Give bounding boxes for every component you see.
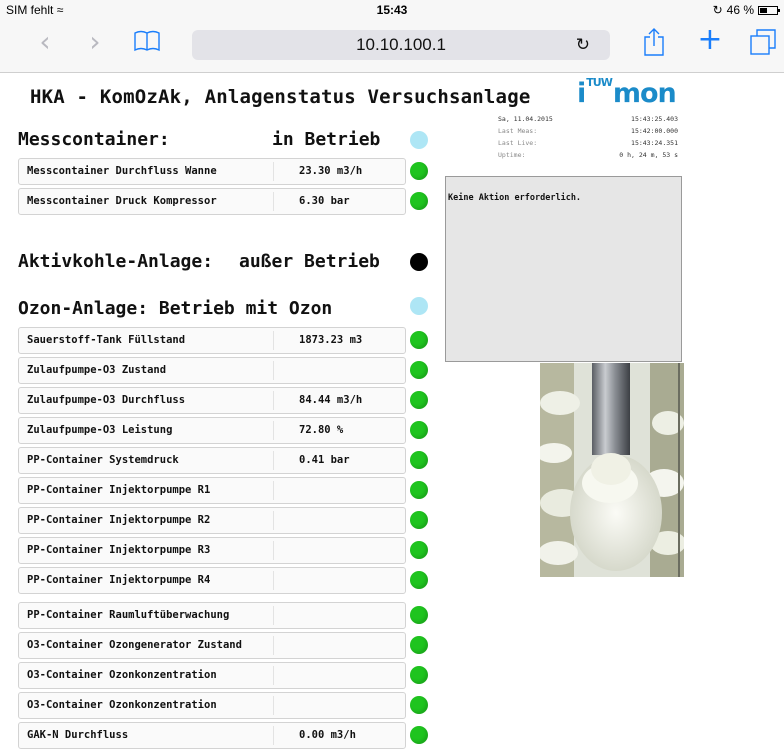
url-text: 10.10.100.1	[356, 35, 446, 54]
status-dot	[410, 726, 428, 744]
bookmarks-icon[interactable]	[134, 30, 160, 54]
status-dot	[410, 541, 428, 559]
info-uptime: Uptime: 0 h, 24 m, 53 s	[498, 151, 678, 159]
status-dot	[410, 162, 428, 180]
table-row: O3-Container Ozonkonzentration	[18, 692, 406, 719]
message-box: Keine Aktion erforderlich.	[445, 176, 682, 362]
status-dot-ozon	[410, 297, 428, 315]
status-dot	[410, 636, 428, 654]
status-dot	[410, 606, 428, 624]
table-row: Zulaufpumpe-O3 Leistung 72.80 %	[18, 417, 406, 444]
status-dot	[410, 421, 428, 439]
section-title-aktivkohle: Aktivkohle-Anlage:	[18, 251, 214, 272]
status-dot	[410, 511, 428, 529]
browser-chrome: SIM fehlt ≈ 15:43 ↻ 46 % ‹ › 10.10.100.1…	[0, 0, 784, 73]
battery-icon	[758, 5, 780, 15]
status-dot	[410, 696, 428, 714]
message-text: Keine Aktion erforderlich.	[448, 193, 582, 203]
table-row: PP-Container Injektorpumpe R2	[18, 507, 406, 534]
section-title-messcontainer: Messcontainer:	[18, 129, 170, 150]
reload-icon[interactable]: ↻	[576, 30, 590, 60]
tabs-icon[interactable]	[748, 28, 778, 58]
section-status-aktivkohle: außer Betrieb	[239, 251, 380, 272]
rotation-lock-icon: ↻	[712, 3, 723, 17]
status-dot-messcontainer	[410, 131, 428, 149]
table-row: PP-Container Injektorpumpe R3	[18, 537, 406, 564]
page-title: HKA - KomOzAk, Anlagenstatus Versuchsanl…	[30, 86, 531, 108]
status-dot	[410, 666, 428, 684]
battery-percent: 46 %	[726, 3, 754, 17]
table-row: Zulaufpumpe-O3 Zustand	[18, 357, 406, 384]
table-row: Sauerstoff-Tank Füllstand 1873.23 m3	[18, 327, 406, 354]
table-row: O3-Container Ozongenerator Zustand	[18, 632, 406, 659]
status-dot	[410, 481, 428, 499]
status-dot	[410, 361, 428, 379]
status-dot	[410, 451, 428, 469]
forward-icon[interactable]: ›	[80, 26, 110, 58]
table-row: PP-Container Systemdruck 0.41 bar	[18, 447, 406, 474]
status-dot	[410, 571, 428, 589]
table-row: Messcontainer Druck Kompressor 6.30 bar	[18, 188, 406, 215]
table-row: PP-Container Injektorpumpe R1	[18, 477, 406, 504]
table-row: O3-Container Ozonkonzentration	[18, 662, 406, 689]
status-dot-aktivkohle	[410, 253, 428, 271]
plant-photo	[540, 363, 684, 577]
info-panel: Sa, 11.04.2015 15:43:25.403 Last Meas: 15:…	[446, 112, 682, 174]
itum-logo: iTUWmon	[577, 76, 677, 109]
status-bar: SIM fehlt ≈ 15:43 ↻ 46 %	[0, 0, 784, 20]
status-dot	[410, 391, 428, 409]
section-title-ozon: Ozon-Anlage: Betrieb mit Ozon	[18, 298, 333, 319]
table-row: PP-Container Raumluftüberwachung	[18, 602, 406, 629]
table-row: PP-Container Injektorpumpe R4	[18, 567, 406, 594]
status-dot	[410, 192, 428, 210]
status-clock: 15:43	[376, 3, 408, 17]
table-row: Messcontainer Durchfluss Wanne 23.30 m3/h	[18, 158, 406, 185]
info-last-live: Last Live: 15:43:24.351	[498, 139, 678, 147]
battery-indicator: ↻ 46 %	[712, 3, 780, 17]
new-tab-icon[interactable]: +	[696, 24, 724, 56]
section-status-messcontainer: in Betrieb	[272, 129, 381, 150]
info-last-meas: Last Meas: 15:42:00.000	[498, 127, 678, 135]
info-date: Sa, 11.04.2015 15:43:25.403	[498, 115, 678, 123]
address-bar[interactable]: 10.10.100.1 ↻	[192, 30, 610, 60]
status-dot	[410, 331, 428, 349]
back-icon[interactable]: ‹	[30, 26, 60, 58]
share-icon[interactable]	[640, 28, 668, 58]
table-row: GAK-N Durchfluss 0.00 m3/h	[18, 722, 406, 749]
table-row: Zulaufpumpe-O3 Durchfluss 84.44 m3/h	[18, 387, 406, 414]
